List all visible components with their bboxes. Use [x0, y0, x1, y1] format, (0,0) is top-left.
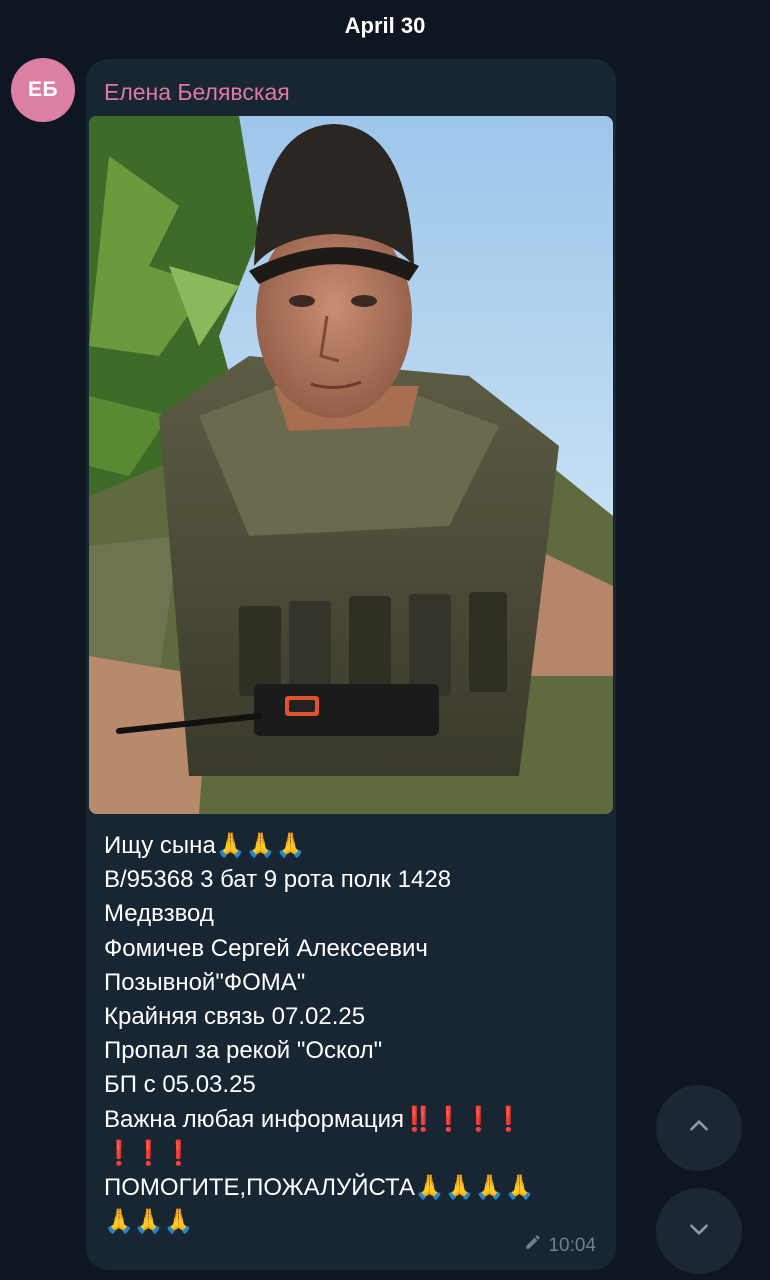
- message-line: Крайняя связь 07.02.25: [104, 1003, 366, 1031]
- message-line: ПОМОГИТЕ,ПОЖАЛУЙСТА🙏🙏🙏🙏: [104, 1174, 535, 1202]
- message-line: Фомичев Сергей Алексеевич: [104, 934, 428, 962]
- message-bubble[interactable]: Елена Белявская Ищу сына🙏🙏🙏 В/95368 3 ба…: [86, 59, 616, 1270]
- message-line: Позывной"ФОМА": [104, 968, 306, 996]
- message-line: ❗️❗️❗️: [104, 1139, 194, 1167]
- photo-image: [89, 116, 613, 814]
- chevron-down-icon: [686, 1216, 712, 1247]
- sender-name[interactable]: Елена Белявская: [104, 77, 290, 107]
- message-meta: 10:04: [524, 1233, 596, 1258]
- message-line: Медвзвод: [104, 900, 214, 928]
- message-time: 10:04: [548, 1234, 596, 1256]
- message-text: Ищу сына🙏🙏🙏 В/95368 3 бат 9 рота полк 14…: [104, 829, 604, 1239]
- chevron-up-icon: [686, 1113, 712, 1144]
- message-line: В/95368 3 бат 9 рота полк 1428: [104, 866, 452, 894]
- avatar[interactable]: ЕБ: [11, 58, 75, 122]
- message-line: Пропал за рекой "Оскол": [104, 1037, 383, 1065]
- message-line: Ищу сына🙏🙏🙏: [104, 832, 306, 859]
- message-line: Важна любая информация‼️❗️❗️❗️: [104, 1105, 524, 1133]
- scroll-up-button[interactable]: [656, 1085, 742, 1171]
- message-line: БП с 05.03.25: [104, 1071, 256, 1099]
- pencil-icon: [524, 1233, 542, 1258]
- message-photo[interactable]: [89, 116, 613, 814]
- date-separator: April 30: [344, 13, 426, 38]
- scroll-down-button[interactable]: [656, 1188, 742, 1274]
